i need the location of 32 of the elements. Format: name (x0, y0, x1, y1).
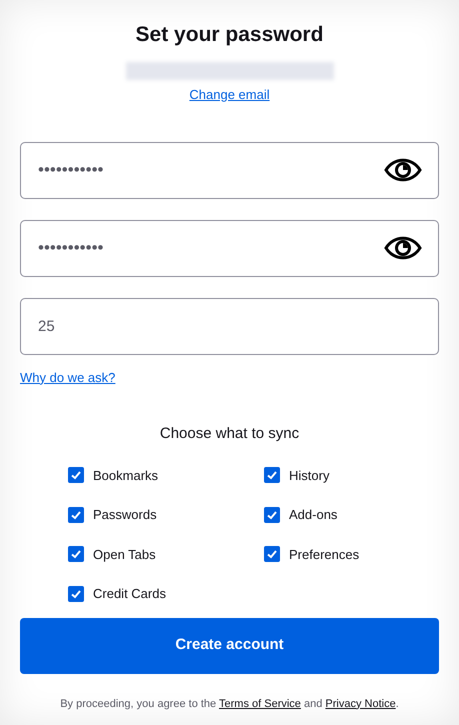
checkbox-label: Add-ons (289, 506, 338, 524)
checkbox[interactable] (264, 506, 280, 523)
checkmark-icon (70, 508, 82, 521)
checkmark-icon (70, 588, 82, 600)
password-field[interactable]: ••••••••••• (20, 220, 439, 276)
checkmark-icon (266, 548, 278, 560)
create-account-button[interactable]: Create account (20, 618, 439, 674)
checkbox-label: History (289, 466, 330, 485)
checkbox[interactable] (264, 467, 280, 484)
checkbox[interactable] (68, 586, 84, 602)
legal-notice: By proceeding, you agree to the Terms of Service and Privacy Notice. (60, 698, 399, 710)
checkbox-label: Credit Cards (93, 585, 166, 603)
checkbox[interactable] (264, 546, 280, 562)
why-link[interactable]: Why do we ask? (20, 368, 116, 387)
change-email-link[interactable]: Change email (189, 85, 270, 104)
page-title: Set your password (136, 22, 324, 48)
checkbox-label: Passwords (93, 506, 157, 524)
checkbox-label: Preferences (289, 546, 360, 564)
checkmark-icon (266, 508, 278, 521)
checkbox[interactable] (68, 506, 84, 523)
checkmark-icon (70, 548, 82, 560)
checkbox-label: Bookmarks (93, 466, 158, 484)
legal-link[interactable]: Terms of Service (219, 698, 301, 710)
age-field[interactable]: 25 (20, 298, 439, 354)
sync-heading: Choose what to sync (160, 424, 300, 444)
password-field[interactable]: ••••••••••• (20, 142, 439, 198)
checkmark-icon (266, 469, 278, 482)
legal-link[interactable]: Privacy Notice (325, 698, 396, 710)
checkbox-label: Open Tabs (93, 546, 156, 564)
checkbox[interactable] (68, 546, 84, 562)
checkbox[interactable] (68, 467, 84, 484)
checkmark-icon (70, 469, 82, 482)
